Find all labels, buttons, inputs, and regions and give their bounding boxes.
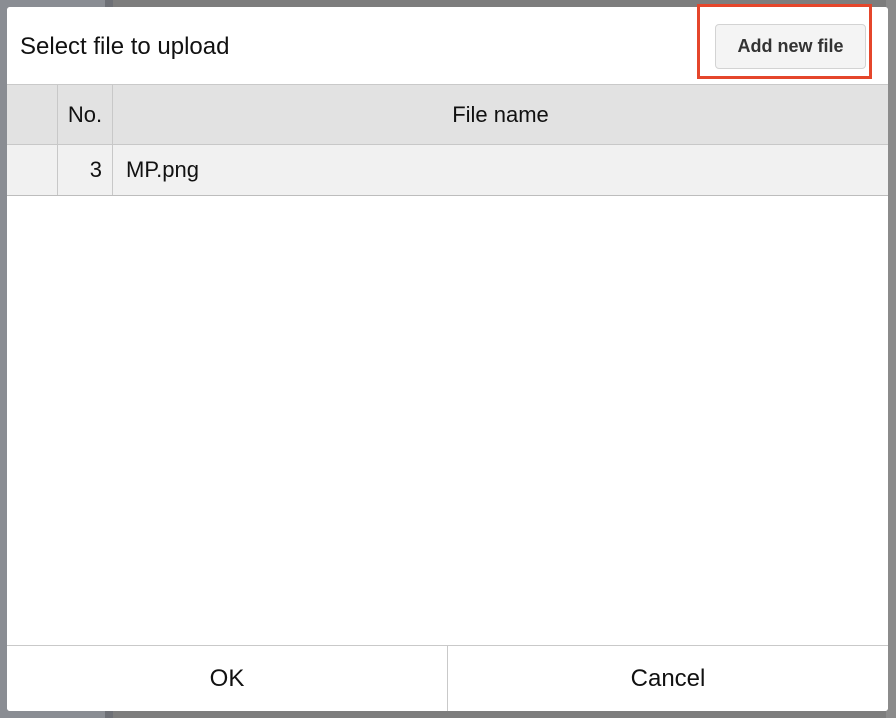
dialog-header: Select file to upload Add new file xyxy=(7,7,888,85)
upload-dialog: Select file to upload Add new file No. F… xyxy=(7,7,888,711)
table-row[interactable]: 3 MP.png xyxy=(7,145,888,196)
row-file-name: MP.png xyxy=(126,157,199,182)
header-file-name: File name xyxy=(452,101,549,127)
add-new-file-button[interactable]: Add new file xyxy=(715,24,866,69)
cancel-button[interactable]: Cancel xyxy=(448,646,888,711)
dialog-title: Select file to upload xyxy=(20,33,230,60)
file-table: No. File name 3 MP.png xyxy=(7,85,888,196)
header-number: No. xyxy=(58,85,113,144)
row-number: 3 xyxy=(58,145,113,195)
table-header-row: No. File name xyxy=(7,85,888,145)
header-select-column xyxy=(7,85,58,144)
row-select-cell[interactable] xyxy=(7,145,58,195)
ok-button[interactable]: OK xyxy=(7,646,447,711)
dialog-footer: OK Cancel xyxy=(7,645,888,711)
